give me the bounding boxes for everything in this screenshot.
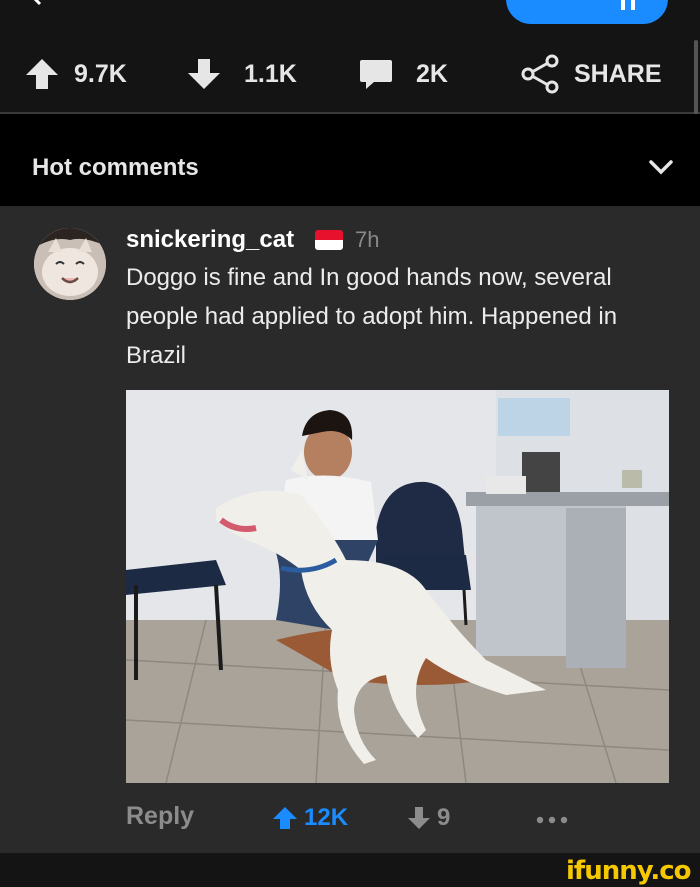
arrow-down-icon <box>188 59 220 89</box>
share-label: SHARE <box>574 59 662 88</box>
reply-button[interactable]: Reply <box>126 802 194 831</box>
pill-button-glyph <box>621 0 625 10</box>
dog-photo-image <box>126 390 669 783</box>
comment-upvote-button[interactable]: 12K <box>272 804 348 832</box>
comment-photo[interactable] <box>126 390 669 783</box>
share-button[interactable]: SHARE <box>520 36 662 112</box>
comment-text: Doggo is fine and In good hands now, sev… <box>126 264 618 369</box>
upvote-count: 9.7K <box>74 59 127 88</box>
chevron-down-icon[interactable] <box>648 159 674 175</box>
comment-downvote-button[interactable]: 9 <box>407 804 450 832</box>
hot-comments-header[interactable]: Hot comments <box>0 114 700 206</box>
arrow-up-icon <box>273 807 297 829</box>
arrow-up-icon <box>26 59 58 89</box>
post-action-bar: 9.7K 1.1K 2K SHARE <box>0 36 700 114</box>
arrow-down-icon <box>408 807 430 829</box>
more-options-icon[interactable] <box>536 816 568 824</box>
comment-timestamp: 7h <box>355 227 380 252</box>
watermark-text: ifunny.co <box>566 856 691 886</box>
indonesia-flag-icon <box>315 230 343 250</box>
upvote-button[interactable]: 9.7K <box>24 36 127 112</box>
avatar[interactable] <box>34 228 106 300</box>
subscribe-button[interactable] <box>506 0 668 24</box>
section-title: Hot comments <box>32 154 199 181</box>
downvote-button[interactable]: 1.1K <box>186 36 297 112</box>
comment-card: snickering_cat 7h Doggo is fine and In g… <box>0 206 700 853</box>
comment-count: 2K <box>416 59 448 88</box>
top-bar <box>0 0 700 36</box>
downvote-count: 1.1K <box>244 59 297 88</box>
comment-bubble-icon <box>360 60 392 89</box>
back-arrow-icon[interactable] <box>30 0 58 6</box>
comment-downvote-count: 9 <box>437 804 451 831</box>
share-icon <box>521 54 559 94</box>
comment-upvote-count: 12K <box>304 804 349 831</box>
cat-avatar-image <box>34 228 106 300</box>
comments-button[interactable]: 2K <box>358 36 448 112</box>
comment-username[interactable]: snickering_cat <box>126 226 294 254</box>
comment-footer: Reply 12K 9 <box>0 786 700 846</box>
